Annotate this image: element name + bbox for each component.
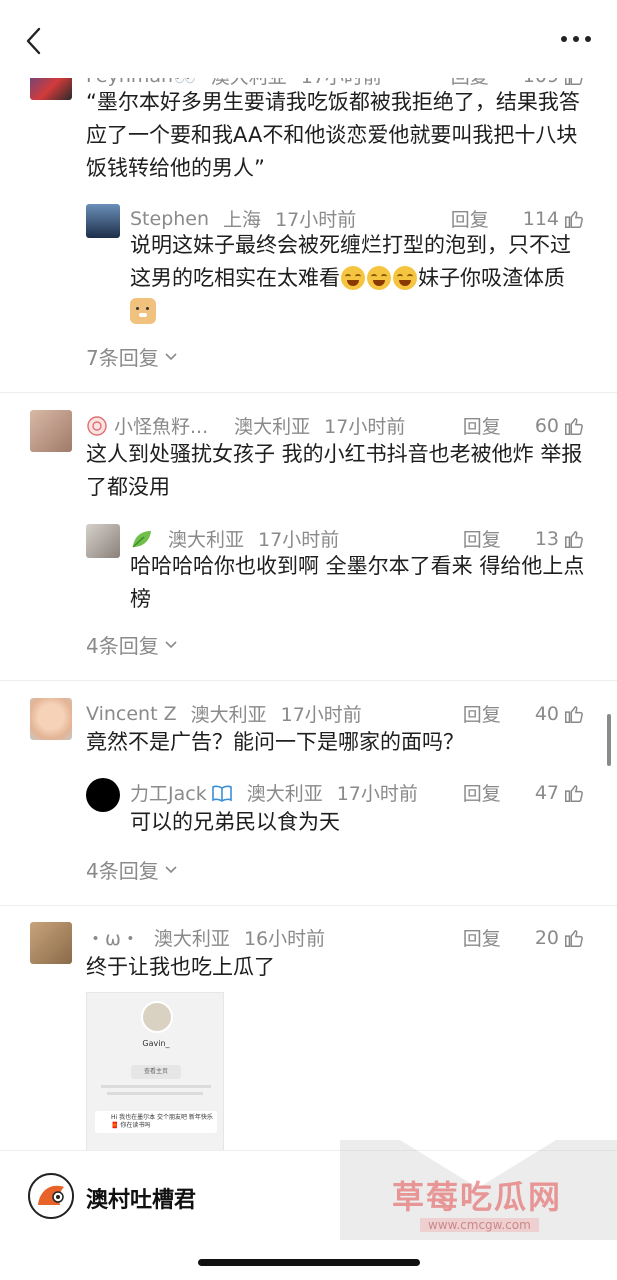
reply-button[interactable]: 回复: [463, 412, 501, 439]
doge-emoji-icon: [130, 298, 156, 324]
reply-button[interactable]: 回复: [463, 700, 501, 727]
like-count: 13: [534, 527, 559, 550]
commenter-name[interactable]: Vincent Z: [86, 703, 177, 725]
comment-text: 竟然不是广告？能问一下是哪家的面吗？: [86, 730, 464, 754]
comment-text: 哈哈哈哈你也收到啊 全墨尔本了看来 得给他上点榜: [130, 554, 585, 611]
reply-button[interactable]: 回复: [463, 779, 501, 806]
location: 澳大利亚: [168, 529, 245, 551]
commenter-name[interactable]: ・ω・: [86, 924, 140, 951]
reply-button[interactable]: 回复: [463, 525, 501, 552]
location: 上海: [223, 209, 262, 231]
avatar[interactable]: [86, 778, 120, 812]
kangaroo-logo-icon: [31, 1176, 72, 1217]
leaf-icon: [132, 530, 151, 548]
laughing-tears-emoji-icon: [367, 266, 391, 290]
divider: [0, 392, 617, 393]
like-count: 47: [534, 781, 559, 804]
expand-replies-button[interactable]: 4条回复: [86, 855, 177, 884]
chevron-down-icon: [165, 865, 177, 873]
timestamp: 17小时前: [336, 783, 418, 805]
laughing-tears-emoji-icon: [393, 266, 417, 290]
divider: [0, 680, 617, 681]
like-count: 20: [534, 926, 559, 949]
expand-replies-button[interactable]: 7条回复: [86, 342, 177, 371]
avatar[interactable]: [30, 698, 72, 740]
comment-text: “墨尔本好多男生要请我吃饭都被我拒绝了，结果我答应了一个要和我AA不和他谈恋爱他…: [86, 90, 580, 180]
chevron-left-icon[interactable]: [22, 26, 48, 56]
chat-message: Hi 我也在墨尔本 交个朋友吧 新年快乐🧧 你在读书吗: [95, 1111, 217, 1133]
like-count: 60: [534, 414, 559, 437]
timestamp: 17小时前: [258, 529, 340, 551]
comment-text: 这人到处骚扰女孩子 我的小红书抖音也老被他炸 举报了都没用: [86, 442, 583, 499]
like-count: 114: [522, 207, 559, 230]
text-line: [101, 1085, 211, 1088]
avatar[interactable]: [30, 410, 72, 452]
profile-name: Gavin_: [142, 1039, 170, 1048]
location: 澳大利亚: [246, 783, 323, 805]
spiral-lollipop-icon: [87, 415, 107, 436]
ellipsis-icon[interactable]: [561, 36, 591, 44]
thumbs-up-icon[interactable]: [563, 703, 585, 725]
laughing-tears-emoji-icon: [341, 266, 365, 290]
account-avatar[interactable]: [28, 1173, 74, 1219]
divider: [0, 905, 617, 906]
location: 澳大利亚: [190, 704, 267, 726]
text-line: [107, 1092, 203, 1095]
comment-text: 说明这妹子最终会被死缠烂打型的泡到，只不过这男的吃相实在太难看 妹子你吸渣体质: [130, 229, 590, 328]
reply-button[interactable]: 回复: [463, 924, 501, 951]
thumbs-up-icon[interactable]: [563, 528, 585, 550]
thumbs-up-icon[interactable]: [563, 927, 585, 949]
watermark-url: www.cmcgw.com: [420, 1218, 539, 1232]
scrollbar[interactable]: [607, 714, 611, 766]
timestamp: 17小时前: [324, 416, 406, 438]
reply-button[interactable]: 回复: [451, 205, 489, 232]
commenter-name[interactable]: 小怪魚籽...: [114, 412, 208, 439]
commenter-name[interactable]: 力工Jack: [130, 779, 207, 806]
thumbs-up-icon[interactable]: [563, 415, 585, 437]
chevron-down-icon: [165, 640, 177, 648]
timestamp: 17小时前: [280, 704, 362, 726]
navigation-bar: [0, 0, 617, 78]
view-profile-button: 查看主页: [131, 1065, 181, 1079]
avatar[interactable]: [30, 922, 72, 964]
expand-replies-button[interactable]: 4条回复: [86, 630, 177, 659]
location: 澳大利亚: [234, 416, 311, 438]
commenter-name[interactable]: Stephen: [130, 208, 209, 230]
like-count: 40: [534, 702, 559, 725]
thumbs-up-icon[interactable]: [563, 782, 585, 804]
timestamp: 16小时前: [243, 928, 326, 950]
avatar: [141, 1001, 173, 1033]
avatar[interactable]: [86, 204, 120, 238]
comment-text: 终于让我也吃上瓜了: [86, 955, 275, 979]
chevron-down-icon: [165, 352, 177, 360]
thumbs-up-icon[interactable]: [563, 208, 585, 230]
location: 澳大利亚: [153, 928, 230, 950]
account-name[interactable]: 澳村吐槽君: [86, 1182, 196, 1214]
comment-text: 可以的兄弟民以食为天: [130, 810, 340, 834]
attached-screenshot-image[interactable]: Gavin_ 查看主页 Hi 我也在墨尔本 交个朋友吧 新年快乐🧧 你在读书吗: [86, 992, 224, 1150]
watermark-title: 草莓吃瓜网: [392, 1178, 563, 1216]
avatar[interactable]: [86, 524, 120, 558]
home-indicator[interactable]: [198, 1259, 420, 1266]
timestamp: 17小时前: [275, 209, 357, 231]
verified-book-icon: [211, 785, 232, 802]
comment-list[interactable]: Feynman👀 澳大利亚 17小时前 回复 109 “墨尔本好多男生要请我吃饭…: [0, 0, 617, 1150]
